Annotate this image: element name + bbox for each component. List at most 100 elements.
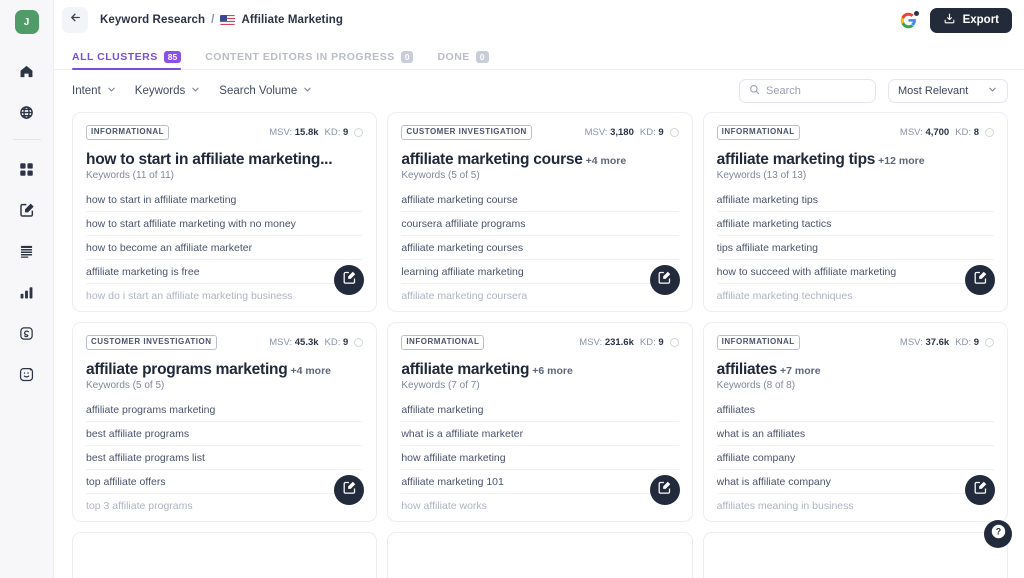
keyword-row[interactable]: how to succeed with affiliate marketing [716, 260, 994, 284]
cluster-title[interactable]: affiliate marketing tips +12 more [717, 151, 994, 169]
keyword-row[interactable]: affiliates meaning in business [717, 494, 994, 517]
edit-pencil-icon [342, 480, 357, 500]
intent-badge: INFORMATIONAL [716, 334, 800, 350]
edit-cluster-button[interactable] [649, 265, 680, 295]
keyword-row[interactable]: what is a affiliate marketer [401, 422, 679, 446]
help-button[interactable]: ? [984, 520, 1012, 548]
more-keywords-label: +4 more [290, 365, 332, 377]
tab-count-badge: 85 [163, 51, 182, 63]
cluster-card[interactable]: INFORMATIONAL MSV: 37.6k KD: 9 affiliates +7… [702, 322, 1008, 522]
sidebar-item-content-editor[interactable] [9, 193, 45, 227]
export-button[interactable]: Export [929, 7, 1012, 33]
keyword-list: affiliate programs marketing best affilia… [86, 398, 364, 517]
keyword-row[interactable]: what is affiliate company [716, 470, 994, 494]
keyword-row[interactable]: how to start in affiliate marketing [86, 188, 364, 212]
sidebar-item-documents[interactable] [9, 316, 45, 350]
keyword-row[interactable]: what is an affiliates [716, 422, 994, 446]
kd-difficulty-ring [669, 127, 679, 137]
sidebar-item-globe[interactable] [9, 95, 45, 129]
keyword-row[interactable]: best affiliate programs list [86, 446, 364, 470]
keyword-row[interactable]: affiliate marketing 101 [401, 470, 679, 494]
kd-value: 9 [973, 336, 979, 348]
cluster-title[interactable]: affiliates +7 more [717, 361, 994, 379]
keyword-row[interactable]: how affiliate works [401, 494, 678, 517]
cluster-card[interactable] [387, 532, 693, 578]
chevron-down-icon [190, 84, 201, 98]
sidebar-item-ai-assistant[interactable] [9, 357, 45, 391]
kd-label: KD: [955, 336, 972, 348]
cluster-card[interactable]: CUSTOMER INVESTIGATION MSV: 3,180 KD: 9 aff… [387, 112, 693, 312]
kd-metric: KD: 9 [325, 337, 349, 348]
kd-value: 9 [658, 126, 664, 138]
keyword-row[interactable]: affiliate marketing coursera [401, 284, 678, 307]
keyword-row[interactable]: affiliate marketing courses [401, 236, 679, 260]
breadcrumb: Keyword Research / Affiliate Marketing [100, 14, 343, 26]
tab-all-clusters[interactable]: ALL CLUSTERS 85 [72, 51, 182, 70]
edit-cluster-button[interactable] [965, 475, 995, 505]
keyword-row[interactable]: top 3 affiliate programs [86, 494, 363, 517]
cluster-title[interactable]: affiliate programs marketing +4 more [86, 361, 363, 379]
intent-badge: INFORMATIONAL [86, 124, 170, 140]
keyword-row[interactable]: tips affiliate marketing [716, 236, 994, 260]
tab-content-editors-in-progress[interactable]: CONTENT EDITORS IN PROGRESS 0 [205, 51, 414, 69]
back-button[interactable] [62, 7, 88, 33]
edit-pencil-icon [973, 270, 988, 290]
keyword-row[interactable]: coursera affiliate programs [401, 212, 679, 236]
sidebar-item-analytics[interactable] [9, 275, 45, 309]
keyword-row[interactable]: best affiliate programs [86, 422, 364, 446]
breadcrumb-root[interactable]: Keyword Research [100, 14, 205, 26]
keyword-row[interactable]: affiliate marketing tips [716, 188, 994, 212]
clusters-grid-next-row [72, 532, 1008, 578]
keyword-row[interactable]: affiliate marketing techniques [717, 284, 994, 307]
card-header: INFORMATIONAL MSV: 231.6k KD: 9 [401, 334, 679, 350]
keyword-row[interactable]: top affiliate offers [86, 470, 364, 494]
edit-cluster-button[interactable] [965, 265, 995, 295]
keyword-row[interactable]: affiliate marketing course [401, 188, 679, 212]
google-icon[interactable] [900, 10, 919, 29]
cluster-card[interactable] [702, 532, 1008, 578]
keyword-row[interactable]: affiliate marketing [401, 398, 679, 422]
card-metrics: MSV: 45.3k KD: 9 [269, 336, 364, 348]
card-metrics: MSV: 3,180 KD: 9 [585, 127, 679, 138]
keyword-row[interactable]: affiliate marketing is free [86, 260, 364, 284]
cluster-card[interactable]: INFORMATIONAL MSV: 15.8k KD: 9 how to start… [72, 112, 378, 312]
search-input[interactable]: Search [739, 79, 876, 103]
cluster-card[interactable]: INFORMATIONAL MSV: 231.6k KD: 9 affiliate m… [387, 322, 693, 522]
edit-cluster-button[interactable] [649, 475, 680, 505]
keyword-row[interactable]: affiliate marketing tactics [716, 212, 994, 236]
cluster-title[interactable]: affiliate marketing course +4 more [401, 151, 678, 169]
keyword-list: affiliates what is an affiliates affiliate… [716, 398, 994, 517]
filter-search-volume[interactable]: Search Volume [219, 84, 313, 98]
keyword-row[interactable]: affiliates [716, 398, 994, 422]
keywords-count: Keywords (11 of 11) [86, 170, 175, 181]
keyword-row[interactable]: how to become an affiliate marketer [86, 236, 364, 260]
msv-value: 45.3k [294, 336, 319, 348]
cluster-title[interactable]: how to start in affiliate marketing... [86, 151, 363, 169]
avatar[interactable]: J [14, 10, 39, 34]
kd-value: 9 [343, 336, 349, 348]
edit-document-icon [19, 202, 35, 218]
cluster-title-text: affiliate marketing [401, 361, 530, 378]
keyword-row[interactable]: how affiliate marketing [401, 446, 679, 470]
sidebar-item-lists[interactable] [9, 234, 45, 268]
cluster-title[interactable]: affiliate marketing +6 more [401, 361, 678, 379]
sidebar-item-home[interactable] [9, 54, 45, 88]
sort-select[interactable]: Most Relevant [888, 79, 1008, 103]
clusters-scroll-area[interactable]: INFORMATIONAL MSV: 15.8k KD: 9 how to start… [54, 112, 1024, 578]
home-icon [19, 64, 34, 79]
clusters-grid: INFORMATIONAL MSV: 15.8k KD: 9 how to start… [72, 112, 1008, 522]
keyword-row[interactable]: learning affiliate marketing [401, 260, 679, 284]
keyword-row[interactable]: how to start affiliate marketing with no… [86, 212, 364, 236]
sidebar-item-apps[interactable] [9, 152, 45, 186]
tab-done[interactable]: DONE 0 [437, 51, 489, 69]
keyword-row[interactable]: affiliate programs marketing [86, 398, 364, 422]
filter-keywords[interactable]: Keywords [135, 84, 202, 98]
cluster-card[interactable]: CUSTOMER INVESTIGATION MSV: 45.3k KD: 9 aff… [72, 322, 378, 522]
filter-label: Keywords [134, 85, 186, 97]
keyword-row[interactable]: how do i start an affiliate marketing bu… [86, 284, 363, 307]
sidebar: J [0, 0, 54, 578]
filter-intent[interactable]: Intent [72, 84, 117, 98]
cluster-card[interactable] [72, 532, 378, 578]
keyword-row[interactable]: affiliate company [716, 446, 994, 470]
cluster-card[interactable]: INFORMATIONAL MSV: 4,700 KD: 8 affiliate ma… [702, 112, 1008, 312]
